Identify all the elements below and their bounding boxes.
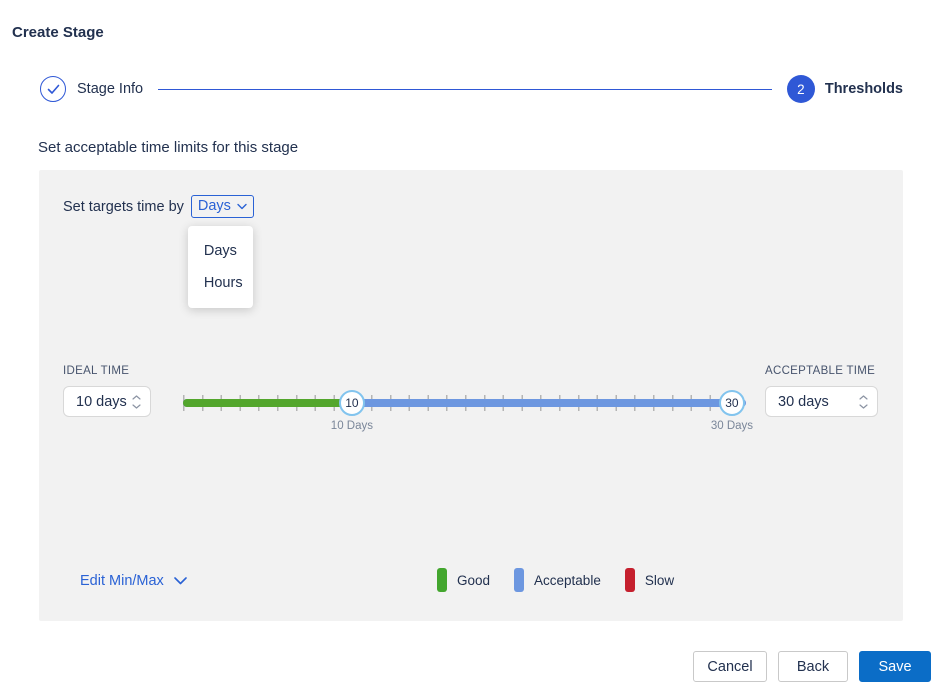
slider-handle-min-value: 10 xyxy=(345,396,358,410)
step-complete-icon xyxy=(40,76,66,102)
legend-label-slow: Slow xyxy=(645,573,674,588)
edit-minmax-label: Edit Min/Max xyxy=(80,573,164,589)
slider-handle-max-caption: 30 Days xyxy=(711,420,753,432)
legend-swatch-acceptable xyxy=(514,568,524,592)
ideal-time-increment-button[interactable] xyxy=(132,395,141,400)
thresholds-panel: Set targets time by Days Days Hours IDEA… xyxy=(39,170,903,621)
legend-item-acceptable: Acceptable xyxy=(514,568,601,592)
slider-handle-max[interactable]: 30 xyxy=(719,390,745,416)
step-number-badge: 2 xyxy=(787,75,815,103)
slider-track-green xyxy=(183,399,352,407)
chevron-down-icon xyxy=(237,203,247,210)
section-heading: Set acceptable time limits for this stag… xyxy=(38,139,298,156)
stepper: Stage Info 2 Thresholds xyxy=(40,75,903,103)
legend-label-good: Good xyxy=(457,573,490,588)
legend-label-acceptable: Acceptable xyxy=(534,573,601,588)
time-unit-trigger[interactable]: Days xyxy=(191,195,254,218)
chevron-down-icon xyxy=(174,577,187,585)
check-icon xyxy=(47,84,60,95)
legend-swatch-good xyxy=(437,568,447,592)
acceptable-time-increment-button[interactable] xyxy=(859,395,868,400)
chevron-up-icon xyxy=(132,395,141,400)
slider-handle-min[interactable]: 10 xyxy=(339,390,365,416)
legend-item-slow: Slow xyxy=(625,568,674,592)
chevron-down-icon xyxy=(859,404,868,409)
chevron-up-icon xyxy=(859,395,868,400)
slider-handle-max-value: 30 xyxy=(725,396,738,410)
footer-actions: Cancel Back Save xyxy=(693,651,931,682)
acceptable-time-column: ACCEPTABLE TIME 30 days xyxy=(765,365,878,417)
ideal-time-label: IDEAL TIME xyxy=(63,365,151,377)
set-targets-label: Set targets time by xyxy=(63,199,184,215)
time-unit-value: Days xyxy=(198,198,231,214)
acceptable-time-input[interactable]: 30 days xyxy=(765,386,878,417)
legend: Good Acceptable Slow xyxy=(437,568,674,592)
legend-item-good: Good xyxy=(437,568,490,592)
step-stage-info-label: Stage Info xyxy=(77,81,143,97)
range-slider: 10 30 10 Days 30 Days xyxy=(183,365,746,440)
time-limits-slider-section: IDEAL TIME 10 days 10 xyxy=(63,365,878,440)
menu-item-hours[interactable]: Hours xyxy=(188,267,253,299)
time-unit-menu: Days Hours xyxy=(188,226,253,308)
menu-item-days[interactable]: Days xyxy=(188,235,253,267)
ideal-time-spinners xyxy=(132,395,141,409)
acceptable-time-decrement-button[interactable] xyxy=(859,404,868,409)
slider-handle-min-caption: 10 Days xyxy=(331,420,373,432)
chevron-down-icon xyxy=(132,404,141,409)
save-button[interactable]: Save xyxy=(859,651,931,682)
acceptable-time-spinners xyxy=(859,395,868,409)
cancel-button[interactable]: Cancel xyxy=(693,651,767,682)
step-thresholds[interactable]: 2 Thresholds xyxy=(787,75,903,103)
ideal-time-column: IDEAL TIME 10 days xyxy=(63,365,151,417)
back-button[interactable]: Back xyxy=(778,651,848,682)
acceptable-time-value: 30 days xyxy=(778,394,829,410)
acceptable-time-label: ACCEPTABLE TIME xyxy=(765,365,878,377)
edit-minmax-link[interactable]: Edit Min/Max xyxy=(80,573,187,589)
step-thresholds-label: Thresholds xyxy=(825,81,903,97)
time-unit-dropdown: Days Days Hours xyxy=(191,195,254,218)
ideal-time-input[interactable]: 10 days xyxy=(63,386,151,417)
ideal-time-value: 10 days xyxy=(76,394,127,410)
targets-row: Set targets time by Days Days Hours xyxy=(63,195,254,218)
step-stage-info[interactable]: Stage Info xyxy=(40,76,143,102)
ideal-time-decrement-button[interactable] xyxy=(132,404,141,409)
legend-swatch-slow xyxy=(625,568,635,592)
slider-track[interactable] xyxy=(183,399,746,407)
stepper-connector xyxy=(158,89,772,90)
page-title: Create Stage xyxy=(12,24,104,41)
